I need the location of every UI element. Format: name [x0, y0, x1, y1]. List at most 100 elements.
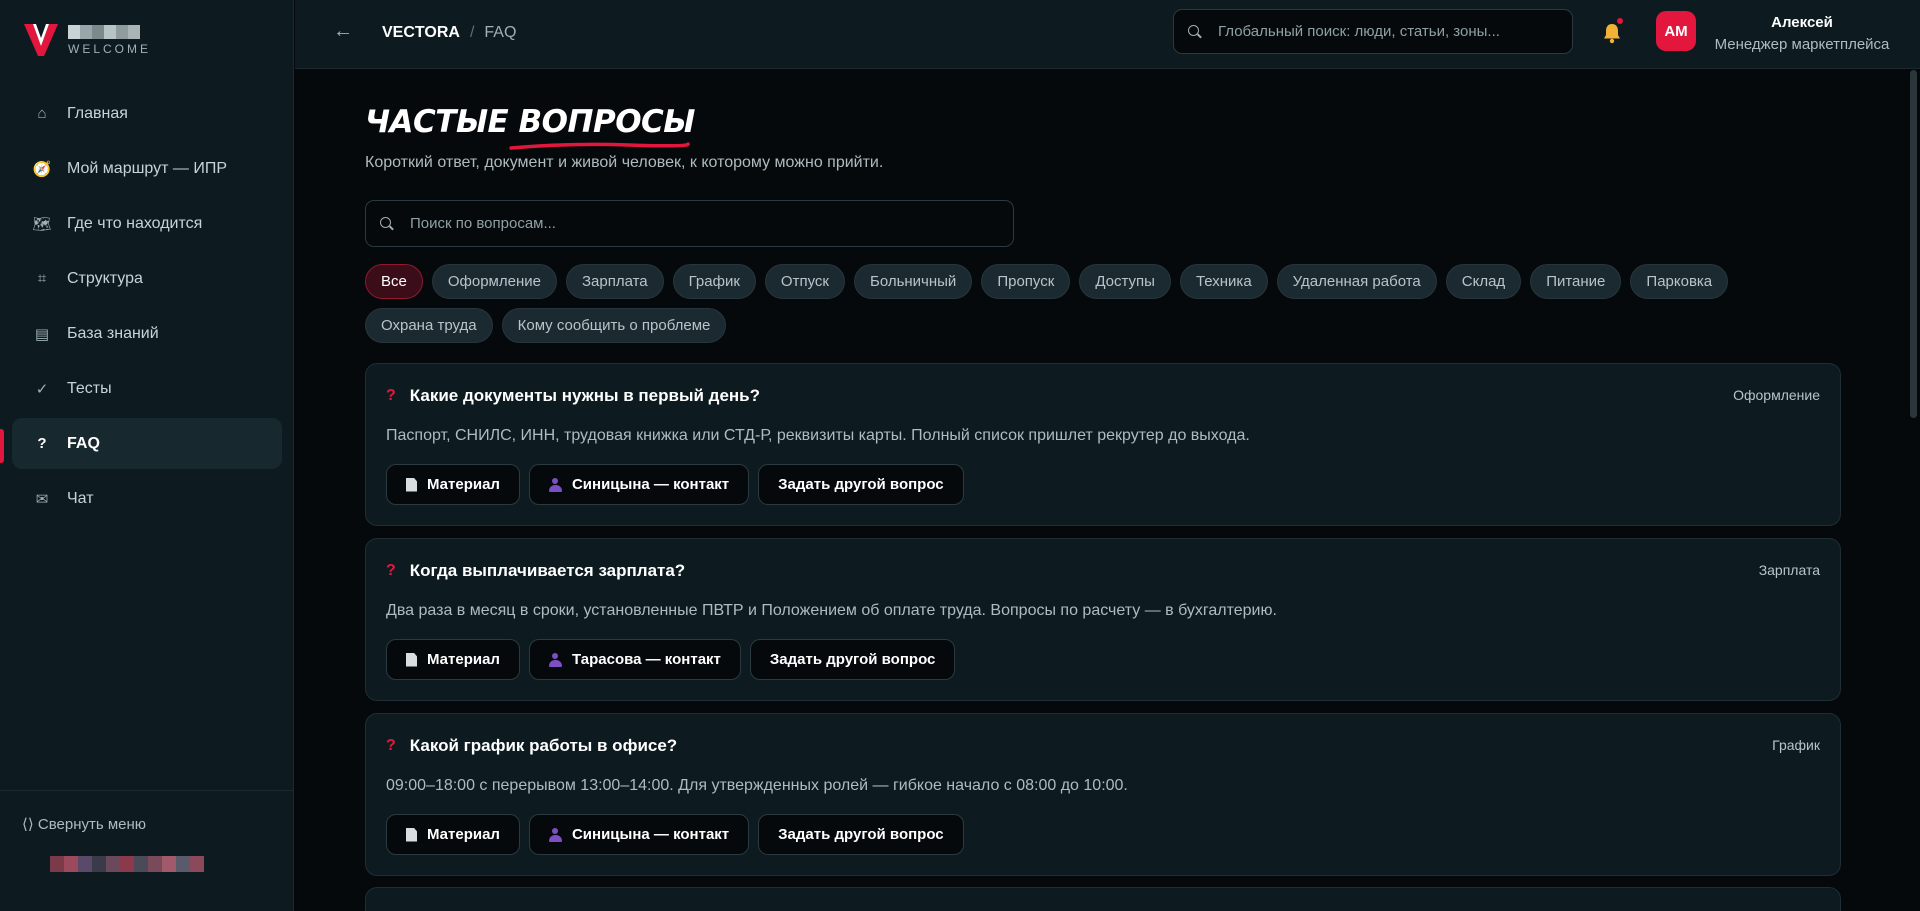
collapse-menu-button[interactable]: ⟨⟩ Свернуть меню	[22, 815, 146, 833]
question-mark-icon: ?	[386, 387, 396, 404]
person-icon	[548, 652, 562, 667]
book-icon: ▤	[34, 325, 50, 343]
sidebar-item-home[interactable]: ⌂ Главная	[12, 88, 282, 139]
sidebar-item-tests[interactable]: ✓ Тесты	[12, 363, 282, 414]
chip-schedule[interactable]: График	[672, 264, 756, 299]
sidebar-item-label: Структура	[67, 269, 143, 287]
question-mark-icon: ?	[386, 562, 396, 579]
faq-question: Какой график работы в офисе?	[409, 736, 678, 755]
breadcrumb-separator: /	[469, 24, 475, 41]
faq-search-placeholder: Поиск по вопросам...	[410, 215, 556, 232]
material-button[interactable]: Материал	[386, 639, 520, 680]
sidebar-item-label: FAQ	[67, 434, 100, 452]
ask-label: Задать другой вопрос	[769, 651, 936, 668]
ask-question-button[interactable]: Задать другой вопрос	[758, 814, 964, 855]
faq-question: Когда выплачивается зарплата?	[409, 561, 686, 580]
structure-icon: ⌗	[37, 270, 47, 287]
sidebar-item-label: Чат	[67, 489, 94, 507]
home-icon: ⌂	[37, 105, 47, 122]
chip-pass[interactable]: Пропуск	[981, 264, 1071, 299]
faq-search-input[interactable]: Поиск по вопросам...	[365, 200, 1014, 247]
ask-label: Задать другой вопрос	[778, 476, 944, 493]
material-button[interactable]: Материал	[386, 814, 520, 855]
breadcrumb-current: FAQ	[484, 24, 517, 41]
material-label: Материал	[427, 476, 500, 493]
chip-vacation[interactable]: Отпуск	[764, 264, 845, 299]
page-title-part1: ЧАСТЫЕ	[365, 104, 509, 140]
faq-answer: 09:00–18:00 с перерывом 13:00–14:00. Для…	[386, 777, 1128, 794]
user-name: Алексей	[1771, 14, 1833, 31]
faq-category: Зарплата	[1758, 562, 1820, 578]
pixelated-user-info	[44, 856, 204, 872]
person-icon	[548, 827, 562, 842]
global-search-input[interactable]: Глобальный поиск: люди, статьи, зоны...	[1173, 9, 1573, 54]
document-icon	[406, 477, 417, 492]
sidebar-item-label: Мой маршрут — ИПР	[67, 159, 228, 177]
sidebar: WELCOME ⌂ Главная 🧭 Мой маршрут — ИПР 🗺 …	[0, 0, 294, 911]
chip-access[interactable]: Доступы	[1079, 264, 1171, 299]
ask-question-button[interactable]: Задать другой вопрос	[749, 639, 956, 680]
chip-report-problem[interactable]: Кому сообщить о проблеме	[501, 308, 727, 343]
contact-label: Синицына — контакт	[571, 476, 730, 493]
mail-icon: ✉	[35, 490, 49, 508]
back-arrow-icon[interactable]: ←	[333, 20, 353, 43]
topbar: ← VECTORA / FAQ Глобальный поиск: люди, …	[295, 0, 1920, 69]
chip-equipment[interactable]: Техника	[1179, 264, 1268, 299]
breadcrumb: VECTORA / FAQ	[382, 24, 516, 42]
contact-label: Тарасова — контакт	[571, 651, 721, 668]
welcome-label: WELCOME	[68, 41, 152, 56]
ask-question-button[interactable]: Задать другой вопрос	[758, 464, 964, 505]
page-title-part2: ВОПРОСЫ	[518, 104, 696, 140]
map-icon: 🗺	[32, 215, 52, 233]
page-title: ЧАСТЫЕ ВОПРОСЫ	[365, 104, 695, 140]
faq-answer: Паспорт, СНИЛС, ИНН, трудовая книжка или…	[386, 427, 1250, 444]
notification-dot	[1617, 18, 1623, 24]
vectora-logo-icon	[24, 24, 58, 56]
compass-icon: 🧭	[32, 160, 52, 178]
chip-safety[interactable]: Охрана труда	[365, 308, 493, 343]
chip-salary[interactable]: Зарплата	[565, 264, 664, 299]
material-button[interactable]: Материал	[386, 464, 520, 505]
page-subtitle: Короткий ответ, документ и живой человек…	[365, 154, 884, 171]
bell-icon[interactable]	[1601, 21, 1623, 45]
faq-answer: Два раза в месяц в сроки, установленные …	[386, 602, 1277, 619]
contact-button[interactable]: Тарасова — контакт	[528, 639, 741, 680]
sidebar-divider	[0, 790, 294, 791]
contact-button[interactable]: Синицына — контакт	[528, 464, 750, 505]
sidebar-item-label: Тесты	[67, 379, 112, 397]
scrollbar-thumb[interactable]	[1910, 70, 1917, 418]
chip-food[interactable]: Питание	[1530, 264, 1622, 299]
pixelated-brand-name	[68, 24, 151, 39]
chip-remote-work[interactable]: Удаленная работа	[1276, 264, 1437, 299]
sidebar-item-structure[interactable]: ⌗ Структура	[12, 253, 282, 304]
sidebar-item-route[interactable]: 🧭 Мой маршрут — ИПР	[12, 143, 282, 194]
contact-button[interactable]: Синицына — контакт	[528, 814, 750, 855]
search-icon	[380, 216, 394, 231]
material-label: Материал	[427, 826, 500, 843]
ask-label: Задать другой вопрос	[778, 826, 944, 843]
person-icon	[548, 477, 562, 492]
chip-all[interactable]: Все	[365, 264, 423, 299]
search-icon	[1188, 24, 1202, 39]
sidebar-item-chat[interactable]: ✉ Чат	[12, 473, 282, 524]
sidebar-item-map[interactable]: 🗺 Где что находится	[12, 198, 282, 249]
question-mark-icon: ?	[386, 737, 396, 754]
check-icon: ✓	[35, 380, 49, 398]
chip-onboarding[interactable]: Оформление	[431, 264, 557, 299]
chip-parking[interactable]: Парковка	[1630, 264, 1729, 299]
sidebar-item-label: База знаний	[67, 324, 159, 342]
sidebar-item-faq[interactable]: ? FAQ	[12, 418, 282, 469]
sidebar-item-knowledge-base[interactable]: ▤ База знаний	[12, 308, 282, 359]
sidebar-nav: ⌂ Главная 🧭 Мой маршрут — ИПР 🗺 Где что …	[12, 88, 282, 528]
breadcrumb-root[interactable]: VECTORA	[382, 24, 460, 42]
brand[interactable]: WELCOME	[24, 20, 151, 60]
chip-sick-leave[interactable]: Больничный	[853, 264, 973, 299]
avatar[interactable]: АМ	[1656, 11, 1696, 51]
global-search-placeholder: Глобальный поиск: люди, статьи, зоны...	[1218, 23, 1500, 40]
contact-label: Синицына — контакт	[571, 826, 730, 843]
faq-category: График	[1772, 737, 1820, 753]
chip-warehouse[interactable]: Склад	[1445, 264, 1522, 299]
faq-category: Оформление	[1733, 387, 1820, 403]
sidebar-item-label: Где что находится	[67, 214, 203, 232]
active-indicator	[0, 429, 4, 463]
